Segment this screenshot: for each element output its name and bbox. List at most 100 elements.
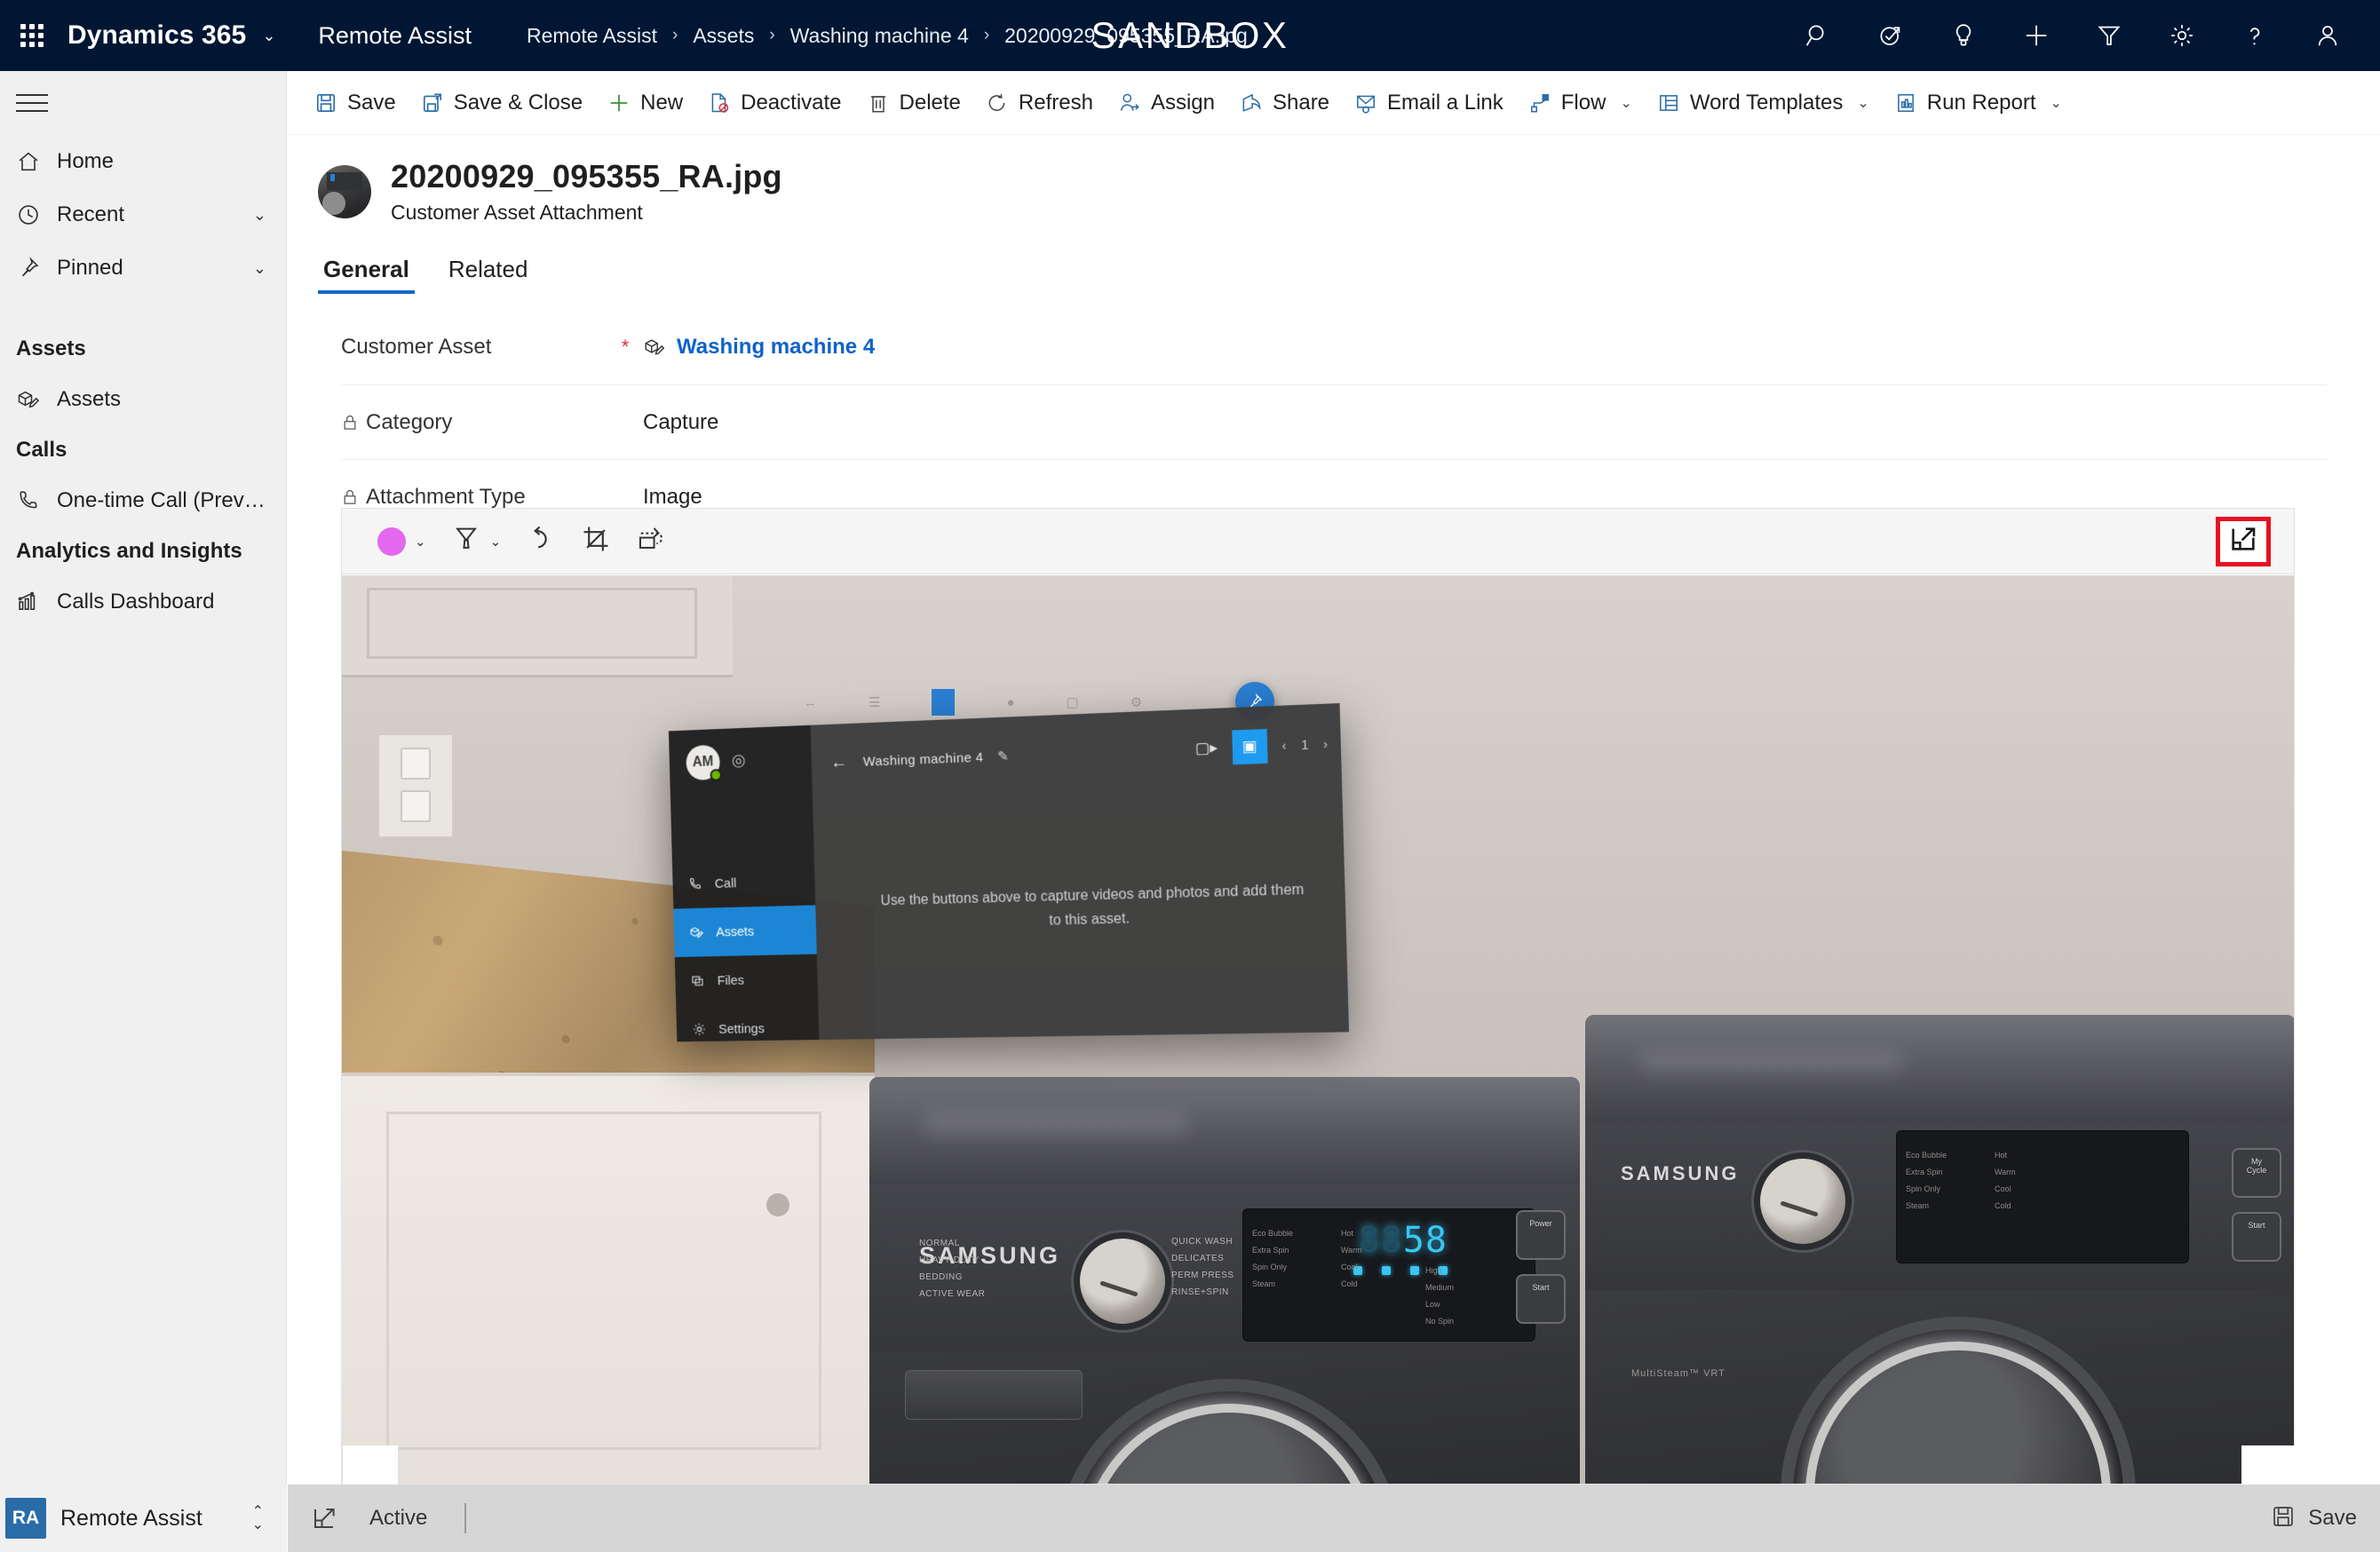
overlay-next-icon: ›	[1322, 736, 1329, 752]
field-value-customer-asset[interactable]: Washing machine 4	[643, 335, 875, 360]
pen-tool-button[interactable]: ⌄	[439, 517, 514, 566]
chevron-down-icon[interactable]: ⌄	[415, 534, 426, 550]
photo-upper-cabinet	[342, 575, 733, 677]
user-avatar-icon[interactable]	[2291, 0, 2364, 71]
word-templates-button[interactable]: Word Templates ⌄	[1645, 71, 1882, 135]
delete-button[interactable]: Delete	[854, 71, 973, 135]
photo-camera-icon: ▣	[1232, 728, 1268, 765]
command-label: Share	[1272, 90, 1330, 115]
add-icon[interactable]	[2000, 0, 2073, 71]
image-editor: ⌄ ⌄ SAMSUNG Eco Bubble Extra Spin Spin O…	[341, 508, 2295, 1485]
sidebar-collapse-button[interactable]	[0, 71, 287, 135]
chevron-down-icon[interactable]: ⌄	[253, 259, 266, 278]
chart-icon	[16, 590, 57, 614]
share-button[interactable]: Share	[1227, 71, 1342, 135]
chevron-updown-icon[interactable]: ⌃ ⌄	[252, 1504, 264, 1532]
save-and-close-button[interactable]: Save & Close	[409, 71, 595, 135]
form-tabs: General Related	[288, 244, 2380, 294]
sidebar-item-assets[interactable]: Assets	[0, 373, 286, 426]
lightbulb-icon[interactable]	[1927, 0, 2000, 71]
area-switcher[interactable]: RA Remote Assist ⌃ ⌄	[0, 1485, 287, 1552]
sidebar: Home Recent ⌄ Pinned ⌄ Assets Assets Cal…	[0, 71, 287, 1552]
breadcrumb-separator-icon: ›	[983, 26, 990, 44]
field-value-attachment-type: Image	[643, 484, 702, 509]
email-a-link-button[interactable]: Email a Link	[1342, 71, 1516, 135]
refresh-button[interactable]: Refresh	[973, 71, 1106, 135]
chevron-down-icon[interactable]: ⌄	[2051, 94, 2062, 112]
image-editor-toolbar: ⌄ ⌄	[342, 509, 2294, 574]
rotate-button[interactable]	[623, 517, 678, 566]
sidebar-item-recent[interactable]: Recent ⌄	[0, 188, 286, 242]
refresh-icon	[986, 91, 1009, 115]
overlay-nav-label: Files	[717, 972, 745, 988]
expand-image-button[interactable]	[2216, 516, 2271, 566]
chevron-down-icon[interactable]: ⌄	[1620, 94, 1631, 112]
pencil-icon: ✎	[996, 748, 1009, 765]
clock-icon	[16, 202, 57, 227]
status-save-label: Save	[2308, 1506, 2357, 1530]
sidebar-item-pinned[interactable]: Pinned ⌄	[0, 242, 286, 295]
status-text: Active	[369, 1506, 428, 1530]
field-value-category: Capture	[643, 409, 719, 434]
field-value-text: Washing machine 4	[677, 335, 876, 359]
chevron-down-icon[interactable]: ⌄	[1857, 94, 1868, 112]
sidebar-group-analytics: Analytics and Insights	[16, 539, 242, 563]
filter-icon[interactable]	[2073, 0, 2146, 71]
expand-status-icon[interactable]	[311, 1505, 337, 1532]
save-close-icon	[421, 91, 444, 115]
attachment-photo[interactable]: SAMSUNG NORMALHEAVY DUTYBEDDINGACTIVE WE…	[342, 575, 2294, 1484]
report-icon	[1894, 91, 1917, 115]
undo-button[interactable]	[513, 517, 568, 566]
help-icon[interactable]	[2218, 0, 2291, 71]
field-label: Category	[366, 409, 453, 434]
run-report-button[interactable]: Run Report ⌄	[1882, 71, 2075, 135]
expand-icon	[2228, 524, 2258, 558]
command-bar: Save Save & Close New Deactivate Delete …	[288, 71, 2380, 135]
search-icon[interactable]	[1781, 0, 1854, 71]
breadcrumb-item-1[interactable]: Assets	[693, 24, 754, 48]
command-label: Delete	[899, 90, 961, 115]
sidebar-item-one-time-call[interactable]: One-time Call (Previe…	[0, 474, 286, 527]
photo-outlet	[377, 733, 454, 838]
command-label: New	[640, 90, 684, 115]
chevron-down-icon[interactable]: ⌄	[490, 534, 502, 550]
pen-icon	[451, 524, 481, 558]
pin-icon	[16, 256, 57, 281]
save-button[interactable]: Save	[302, 71, 409, 135]
gear-icon[interactable]	[2146, 0, 2218, 71]
breadcrumb-item-2[interactable]: Washing machine 4	[790, 24, 969, 48]
relevance-search-icon[interactable]	[1854, 0, 1927, 71]
assign-button[interactable]: Assign	[1106, 71, 1227, 135]
top-navigation-bar: Dynamics 365 ⌄ Remote Assist Remote Assi…	[0, 0, 2380, 71]
tab-related[interactable]: Related	[443, 256, 534, 294]
app-name[interactable]: Remote Assist	[318, 22, 472, 50]
status-save-button[interactable]: Save	[2271, 1504, 2357, 1533]
command-label: Save	[347, 90, 396, 115]
sidebar-item-home[interactable]: Home	[0, 135, 286, 188]
color-swatch-button[interactable]: ⌄	[365, 517, 439, 566]
page-title: 20200929_095355_RA.jpg	[391, 158, 782, 194]
field-row-customer-asset: Customer Asset * Washing machine 4	[341, 310, 2327, 384]
overlay-nav-label: Settings	[718, 1020, 766, 1037]
sidebar-item-calls-dashboard[interactable]: Calls Dashboard	[0, 575, 286, 629]
new-button[interactable]: New	[595, 71, 695, 135]
asset-icon	[643, 336, 666, 359]
breadcrumb-item-0[interactable]: Remote Assist	[527, 24, 657, 48]
command-label: Run Report	[1926, 90, 2036, 115]
chevron-down-icon[interactable]: ⌄	[262, 27, 275, 45]
phone-icon	[16, 488, 57, 513]
brand-title[interactable]: Dynamics 365	[67, 20, 246, 51]
command-label: Deactivate	[741, 90, 842, 115]
tab-general[interactable]: General	[318, 256, 415, 294]
record-entity-name: Customer Asset Attachment	[391, 201, 643, 224]
flow-button[interactable]: Flow ⌄	[1516, 71, 1645, 135]
crop-button[interactable]	[568, 517, 623, 566]
field-label: Customer Asset	[341, 335, 492, 359]
status-bar-left: Active	[311, 1503, 467, 1533]
app-launcher-button[interactable]	[0, 0, 64, 71]
chevron-down-icon[interactable]: ⌄	[253, 206, 266, 225]
status-bar: Active Save	[288, 1485, 2380, 1552]
area-badge: RA	[5, 1498, 46, 1539]
deactivate-button[interactable]: Deactivate	[695, 71, 853, 135]
lock-icon	[341, 414, 359, 432]
